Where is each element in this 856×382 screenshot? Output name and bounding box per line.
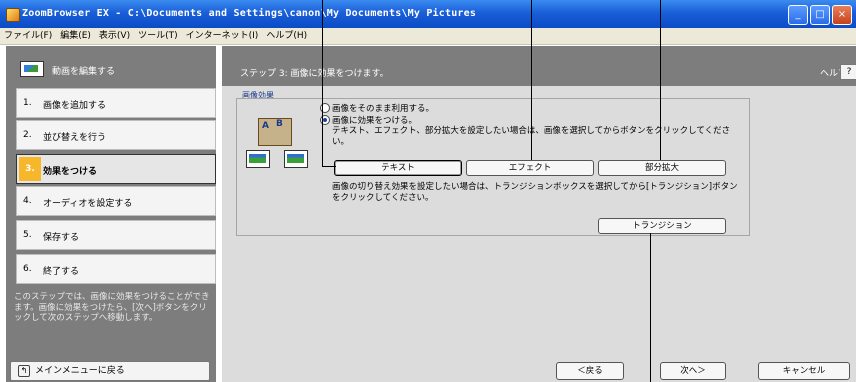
use-as-is-label: 画像をそのまま利用する。 xyxy=(332,104,435,114)
zoom-button[interactable]: 部分拡大 xyxy=(598,160,726,176)
main-menu-label: メインメニューに戻る xyxy=(35,366,125,376)
step-label: 終了する xyxy=(43,267,80,277)
transition-hint: 画像の切り替え効果を設定したい場合は、トランジションボックスを選択してから[トラ… xyxy=(332,182,738,203)
menu-edit[interactable]: 編集(E) xyxy=(56,28,95,44)
help-button[interactable]: ? xyxy=(840,64,856,80)
step-finish[interactable]: 6. 終了する xyxy=(16,254,216,284)
step-description: このステップでは、画像に効果をつけることができます。画像に効果をつけたら、[次へ… xyxy=(14,292,210,323)
callout-line xyxy=(650,233,651,382)
apply-effect-label: 画像に効果をつける。 xyxy=(332,116,418,126)
step-add-images[interactable]: 1. 画像を追加する xyxy=(16,88,216,118)
step-reorder[interactable]: 2. 並び替えを行う xyxy=(16,120,216,150)
return-icon: ↰ xyxy=(18,365,30,377)
step-number: 1. xyxy=(23,98,32,108)
text-button[interactable]: テキスト xyxy=(334,160,462,176)
step-number: 6. xyxy=(23,264,32,274)
step-title: ステップ 3: 画像に効果をつけます。 xyxy=(240,69,389,79)
transition-button[interactable]: トランジション xyxy=(598,218,726,234)
step-label: 並び替えを行う xyxy=(43,133,107,143)
minimize-icon[interactable]: _ xyxy=(788,5,808,25)
step-label: オーディオを設定する xyxy=(43,199,133,209)
movie-edit-icon xyxy=(20,61,44,77)
step-audio[interactable]: 4. オーディオを設定する xyxy=(16,186,216,216)
step-add-effects[interactable]: 3. 効果をつける xyxy=(16,154,216,184)
sidebar-title: 動画を編集する xyxy=(52,67,116,77)
effect-frame-icon: AB xyxy=(258,118,292,146)
clip-icon xyxy=(284,150,308,168)
close-icon[interactable]: × xyxy=(832,5,852,25)
maximize-icon[interactable]: □ xyxy=(810,5,830,25)
menu-view[interactable]: 表示(V) xyxy=(95,28,134,44)
menu-internet[interactable]: インターネット(I) xyxy=(182,28,263,44)
menu-bar: ファイル(F) 編集(E) 表示(V) ツール(T) インターネット(I) ヘルプ(H) xyxy=(0,28,856,45)
window-title: ZoomBrowser EX - C:\Documents and Settin… xyxy=(22,8,477,19)
callout-line xyxy=(322,166,336,167)
step-number: 2. xyxy=(23,130,32,140)
sidebar-header: 動画を編集する xyxy=(6,50,216,86)
step-label: 画像を追加する xyxy=(43,101,107,111)
back-button[interactable]: ＜戻る xyxy=(556,362,624,380)
clip-icon xyxy=(246,150,270,168)
effect-hint: テキスト、エフェクト、部分拡大を設定したい場合は、画像を選択してからボタンをクリ… xyxy=(332,126,731,147)
callout-line xyxy=(660,0,661,160)
step-label: 保存する xyxy=(43,233,80,243)
step-save[interactable]: 5. 保存する xyxy=(16,220,216,250)
step-number: 3. xyxy=(19,157,41,181)
app-icon xyxy=(6,8,20,22)
title-bar: ZoomBrowser EX - C:\Documents and Settin… xyxy=(0,0,856,28)
menu-help[interactable]: ヘルプ(H) xyxy=(262,28,311,44)
step-number: 4. xyxy=(23,196,32,206)
callout-line xyxy=(322,0,323,166)
effects-illustration-icon: AB xyxy=(246,114,308,172)
effect-button[interactable]: エフェクト xyxy=(466,160,594,176)
step-label: 効果をつける xyxy=(43,167,98,177)
step-number: 5. xyxy=(23,230,32,240)
main-menu-button[interactable]: ↰ メインメニューに戻る xyxy=(10,361,210,381)
menu-tools[interactable]: ツール(T) xyxy=(134,28,182,44)
callout-line xyxy=(531,0,532,160)
menu-file[interactable]: ファイル(F) xyxy=(0,28,56,44)
cancel-button[interactable]: キャンセル xyxy=(758,362,850,380)
window-controls: _ □ × xyxy=(786,5,852,25)
next-button[interactable]: 次へ＞ xyxy=(660,362,726,380)
